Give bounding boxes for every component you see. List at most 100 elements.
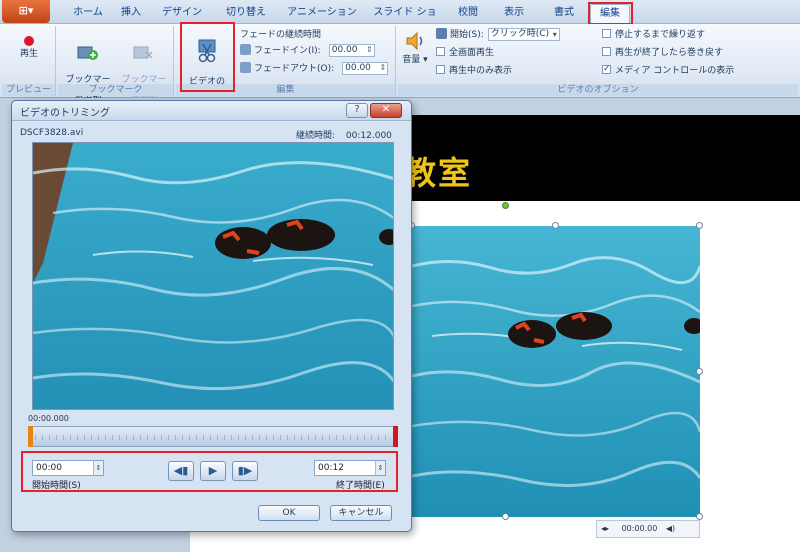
rotate-handle[interactable]: [502, 202, 509, 209]
group-bookmarks: ブックマーク の追加 ブックマーク の削除 ブックマーク: [58, 26, 174, 105]
slide-video[interactable]: [412, 226, 700, 517]
spinner-icon[interactable]: ⇕: [375, 461, 385, 475]
tab-animations[interactable]: アニメーション: [284, 4, 360, 24]
fullscreen-row[interactable]: 全画面再生: [436, 46, 494, 61]
rewind-icon[interactable]: ◂▸: [601, 524, 609, 533]
loop-checkbox[interactable]: [602, 29, 611, 38]
pool-video-frame: [33, 143, 393, 409]
fade-out-row: フェードアウト(O): 00.00: [240, 62, 389, 77]
resize-handle[interactable]: [552, 222, 559, 229]
play-button-label: 再生: [19, 49, 38, 59]
resize-handle[interactable]: [696, 368, 703, 375]
loop-row[interactable]: 停止するまで繰り返す: [602, 28, 705, 43]
chevron-down-icon: ▾: [420, 55, 428, 65]
resize-handle[interactable]: [696, 222, 703, 229]
ribbon: 再生 プレビュー ブックマーク の追加 ブックマーク の削除 ブックマーク: [0, 24, 800, 105]
close-icon[interactable]: ✕: [370, 103, 402, 118]
help-icon[interactable]: ?: [346, 103, 368, 118]
play-preview-button[interactable]: ▶: [200, 461, 226, 481]
fade-out-label: フェードアウト(O):: [254, 64, 335, 74]
spinner-icon[interactable]: ⇕: [93, 461, 103, 475]
hide-label: 再生中のみ表示: [449, 66, 513, 76]
loop-label: 停止するまで繰り返す: [615, 30, 706, 40]
end-trim-handle[interactable]: [393, 426, 398, 447]
start-time-value: 00:00: [36, 463, 62, 473]
dialog-title: ビデオのトリミング: [20, 108, 110, 119]
trim-preview-video[interactable]: [32, 142, 394, 410]
next-frame-icon: ▮▶: [237, 464, 253, 477]
media-controls-row[interactable]: メディア コントロールの表示: [602, 62, 735, 79]
next-frame-button[interactable]: ▮▶: [232, 461, 258, 481]
current-time-readout: 00:00.000: [28, 414, 69, 423]
fade-out-stepper[interactable]: 00.00: [342, 62, 389, 75]
start-row: 開始(S): クリック時(C): [436, 28, 560, 43]
group-label-bookmarks: ブックマーク: [58, 84, 173, 96]
tab-transitions[interactable]: 切り替え: [224, 4, 268, 24]
end-time-label: 終了時間(E): [336, 481, 385, 491]
start-time-label: 開始時間(S): [32, 481, 81, 491]
media-controls-label: メディア コントロールの表示: [615, 66, 735, 76]
dialog-titlebar[interactable]: ビデオのトリミング ? ✕: [12, 101, 411, 121]
group-video-options: 音量 ▾ 開始(S):クリック時(C) 全画面再生 再生中のみ表示 停止するまで…: [398, 26, 798, 96]
group-edit: ビデオの トリミング フェードの継続時間 フェードイン(I):00.00 フェー…: [176, 26, 396, 97]
media-controls-bar: ◂▸ 00:00.00 ◀): [596, 520, 700, 538]
hide-while-not-playing-row[interactable]: 再生中のみ表示: [436, 64, 512, 79]
rewind-row[interactable]: 再生が終了したら巻き戻す: [602, 46, 723, 61]
ok-button[interactable]: OK: [258, 505, 320, 521]
hide-checkbox[interactable]: [436, 65, 445, 74]
total-duration-label: 継続時間:: [296, 131, 336, 141]
total-duration-value: 00:12.000: [345, 131, 392, 141]
play-button[interactable]: 再生: [8, 36, 50, 59]
group-label-edit: 編集: [176, 84, 395, 96]
group-label-preview: プレビュー: [2, 84, 55, 96]
tab-format[interactable]: 書式: [550, 4, 578, 24]
ribbon-tab-bar: ⊞▾ ホーム 挿入 デザイン 切り替え アニメーション スライド ショー 校閲 …: [0, 0, 800, 36]
tab-playback[interactable]: 編集: [590, 4, 630, 24]
fade-in-icon: [240, 44, 251, 55]
media-time: 00:00.00: [621, 524, 658, 533]
end-time-stepper[interactable]: 00:12 ⇕: [314, 460, 386, 476]
start-icon: [436, 28, 447, 39]
file-name: DSCF3828.avi: [20, 128, 84, 138]
rewind-checkbox[interactable]: [602, 47, 611, 56]
tab-slideshow[interactable]: スライド ショー: [370, 4, 440, 36]
start-trim-handle[interactable]: [28, 426, 33, 447]
resize-handle[interactable]: [696, 513, 703, 520]
fade-in-row: フェードイン(I): 00.00: [240, 44, 375, 59]
fullscreen-label: 全画面再生: [449, 48, 495, 58]
tab-insert[interactable]: 挿入: [116, 4, 146, 24]
fade-in-stepper[interactable]: 00.00: [328, 44, 375, 57]
media-controls-checkbox[interactable]: [602, 62, 611, 77]
tab-design[interactable]: デザイン: [158, 4, 206, 24]
tab-view[interactable]: 表示: [500, 4, 528, 24]
cancel-button[interactable]: キャンセル: [330, 505, 392, 521]
volume-button[interactable]: 音量 ▾: [400, 30, 430, 65]
group-preview: 再生 プレビュー: [2, 26, 56, 96]
timeline-ticks: [35, 435, 391, 440]
play-icon: ▶: [208, 464, 218, 477]
record-dot-icon: [24, 36, 34, 46]
tab-home[interactable]: ホーム: [64, 4, 112, 24]
start-label: 開始(S):: [450, 30, 484, 40]
volume-icon[interactable]: ◀): [666, 524, 675, 533]
trim-video-icon: [198, 39, 216, 63]
slide-title[interactable]: 教室: [404, 148, 472, 194]
office-button[interactable]: ⊞▾: [2, 0, 50, 23]
pool-video-frame: [412, 226, 700, 517]
trim-timeline[interactable]: [28, 426, 398, 447]
fullscreen-checkbox[interactable]: [436, 47, 445, 56]
end-time-value: 00:12: [318, 463, 344, 473]
add-bookmark-icon: [77, 46, 98, 60]
total-duration: 継続時間: 00:12.000: [296, 128, 392, 141]
fade-in-label: フェードイン(I):: [254, 46, 321, 56]
rewind-label: 再生が終了したら巻き戻す: [615, 48, 724, 58]
start-select[interactable]: クリック時(C): [487, 28, 560, 41]
tab-review[interactable]: 校閲: [454, 4, 482, 24]
group-label-video-options: ビデオのオプション: [398, 84, 798, 96]
remove-bookmark-icon: [133, 46, 153, 59]
speaker-icon: [406, 31, 423, 51]
resize-handle[interactable]: [502, 513, 509, 520]
previous-frame-button[interactable]: ◀▮: [168, 461, 194, 481]
previous-frame-icon: ◀▮: [173, 464, 189, 477]
start-time-stepper[interactable]: 00:00 ⇕: [32, 460, 104, 476]
